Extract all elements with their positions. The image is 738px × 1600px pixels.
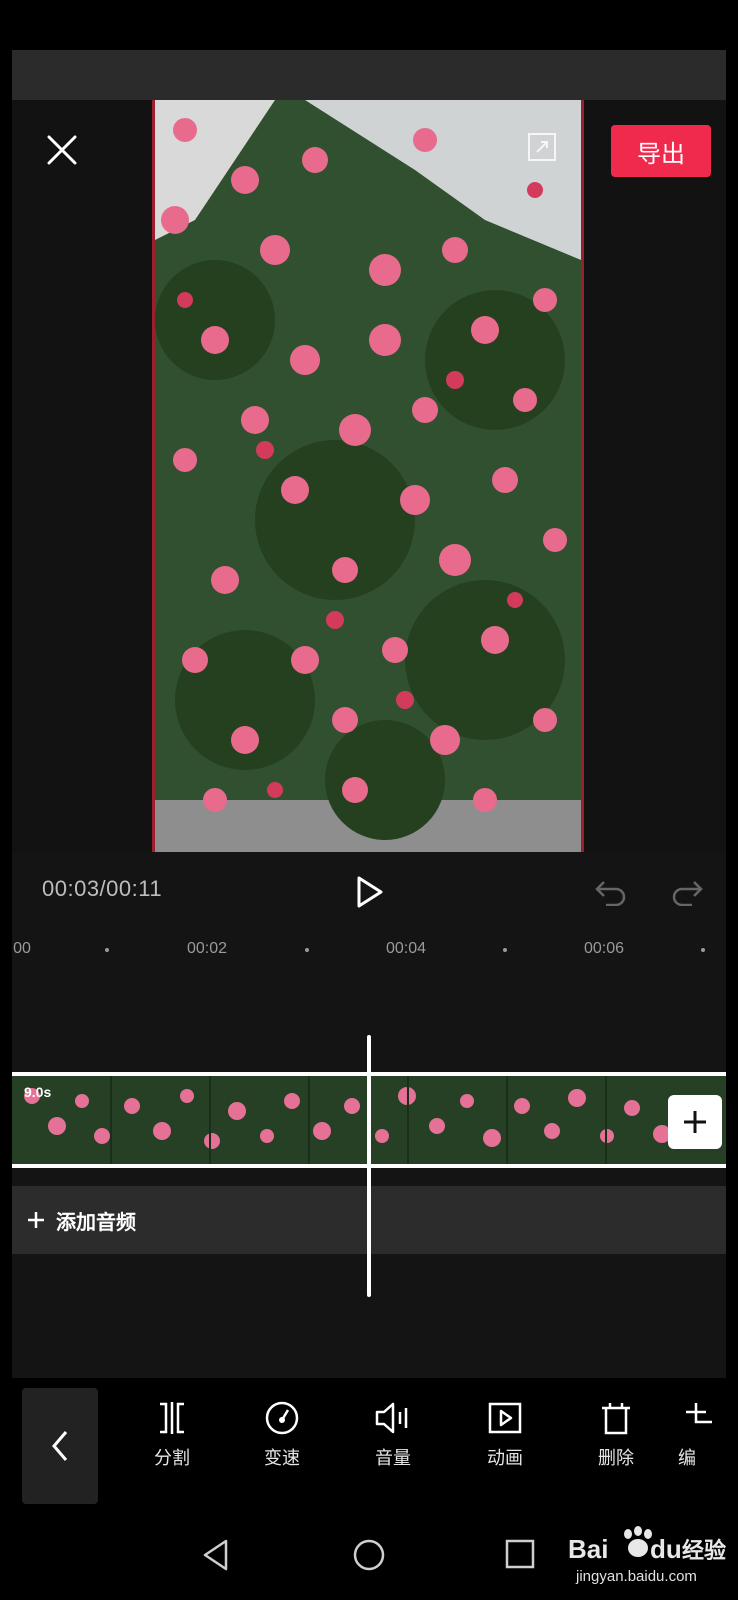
fullscreen-icon[interactable] (525, 130, 559, 164)
plus-icon (684, 1111, 706, 1133)
add-clip-button[interactable] (668, 1095, 722, 1149)
tool-label: 音量 (375, 1448, 411, 1468)
redo-icon[interactable] (668, 874, 708, 910)
ruler-label: 00:04 (385, 940, 427, 957)
time-ruler[interactable]: 00 00:02 00:04 00:06 (12, 930, 726, 970)
watermark-url: jingyan.baidu.com (576, 1568, 697, 1585)
undo-icon[interactable] (590, 874, 630, 910)
ruler-dot (503, 948, 507, 952)
svg-text:经验: 经验 (682, 1538, 726, 1564)
baidu-watermark: Bai du 经验 jingyan.baidu.com (566, 1522, 736, 1592)
tool-edit[interactable]: 编 (678, 1400, 726, 1490)
time-readout: 00:03/00:11 (42, 876, 163, 901)
edit-icon (686, 1403, 712, 1424)
playhead[interactable] (367, 1035, 371, 1297)
delete-icon (602, 1403, 630, 1435)
plus-icon (28, 1212, 44, 1228)
tool-split[interactable]: 分割 (132, 1400, 212, 1490)
tool-label: 删除 (598, 1448, 634, 1468)
ruler-label: 00:06 (583, 940, 625, 957)
add-audio-label: 添加音频 (56, 1211, 136, 1234)
clip-duration: 9.0s (24, 1084, 52, 1100)
tool-label: 分割 (154, 1448, 190, 1468)
rose-bush-image (155, 100, 581, 852)
chevron-left-icon (52, 1431, 68, 1461)
toolbar-back-button[interactable] (22, 1388, 98, 1504)
animation-icon (488, 1402, 522, 1434)
svg-text:Bai: Bai (568, 1534, 608, 1564)
ruler-dot (305, 948, 309, 952)
nav-home-icon[interactable] (352, 1538, 386, 1577)
ruler-label: 00 (13, 940, 31, 957)
ruler-label: 00:02 (186, 940, 228, 957)
top-bar (12, 50, 726, 100)
split-icon (160, 1402, 184, 1434)
export-button[interactable]: 导出 (611, 125, 711, 177)
tool-animation[interactable]: 动画 (465, 1400, 545, 1490)
nav-recents-icon[interactable] (504, 1538, 536, 1575)
video-preview[interactable] (152, 100, 584, 852)
tool-label: 动画 (487, 1448, 523, 1468)
nav-back-icon[interactable] (200, 1538, 232, 1577)
svg-text:du: du (650, 1534, 682, 1564)
tool-label: 编 (678, 1448, 696, 1468)
tool-label: 变速 (264, 1448, 300, 1468)
volume-icon (375, 1402, 408, 1434)
tool-speed[interactable]: 变速 (242, 1400, 322, 1490)
tool-volume[interactable]: 音量 (353, 1400, 433, 1490)
close-icon[interactable] (40, 128, 84, 172)
play-icon[interactable] (350, 872, 390, 912)
ruler-dot (105, 948, 109, 952)
tool-delete[interactable]: 删除 (576, 1400, 656, 1490)
speed-icon (265, 1401, 299, 1435)
ruler-dot (701, 948, 705, 952)
